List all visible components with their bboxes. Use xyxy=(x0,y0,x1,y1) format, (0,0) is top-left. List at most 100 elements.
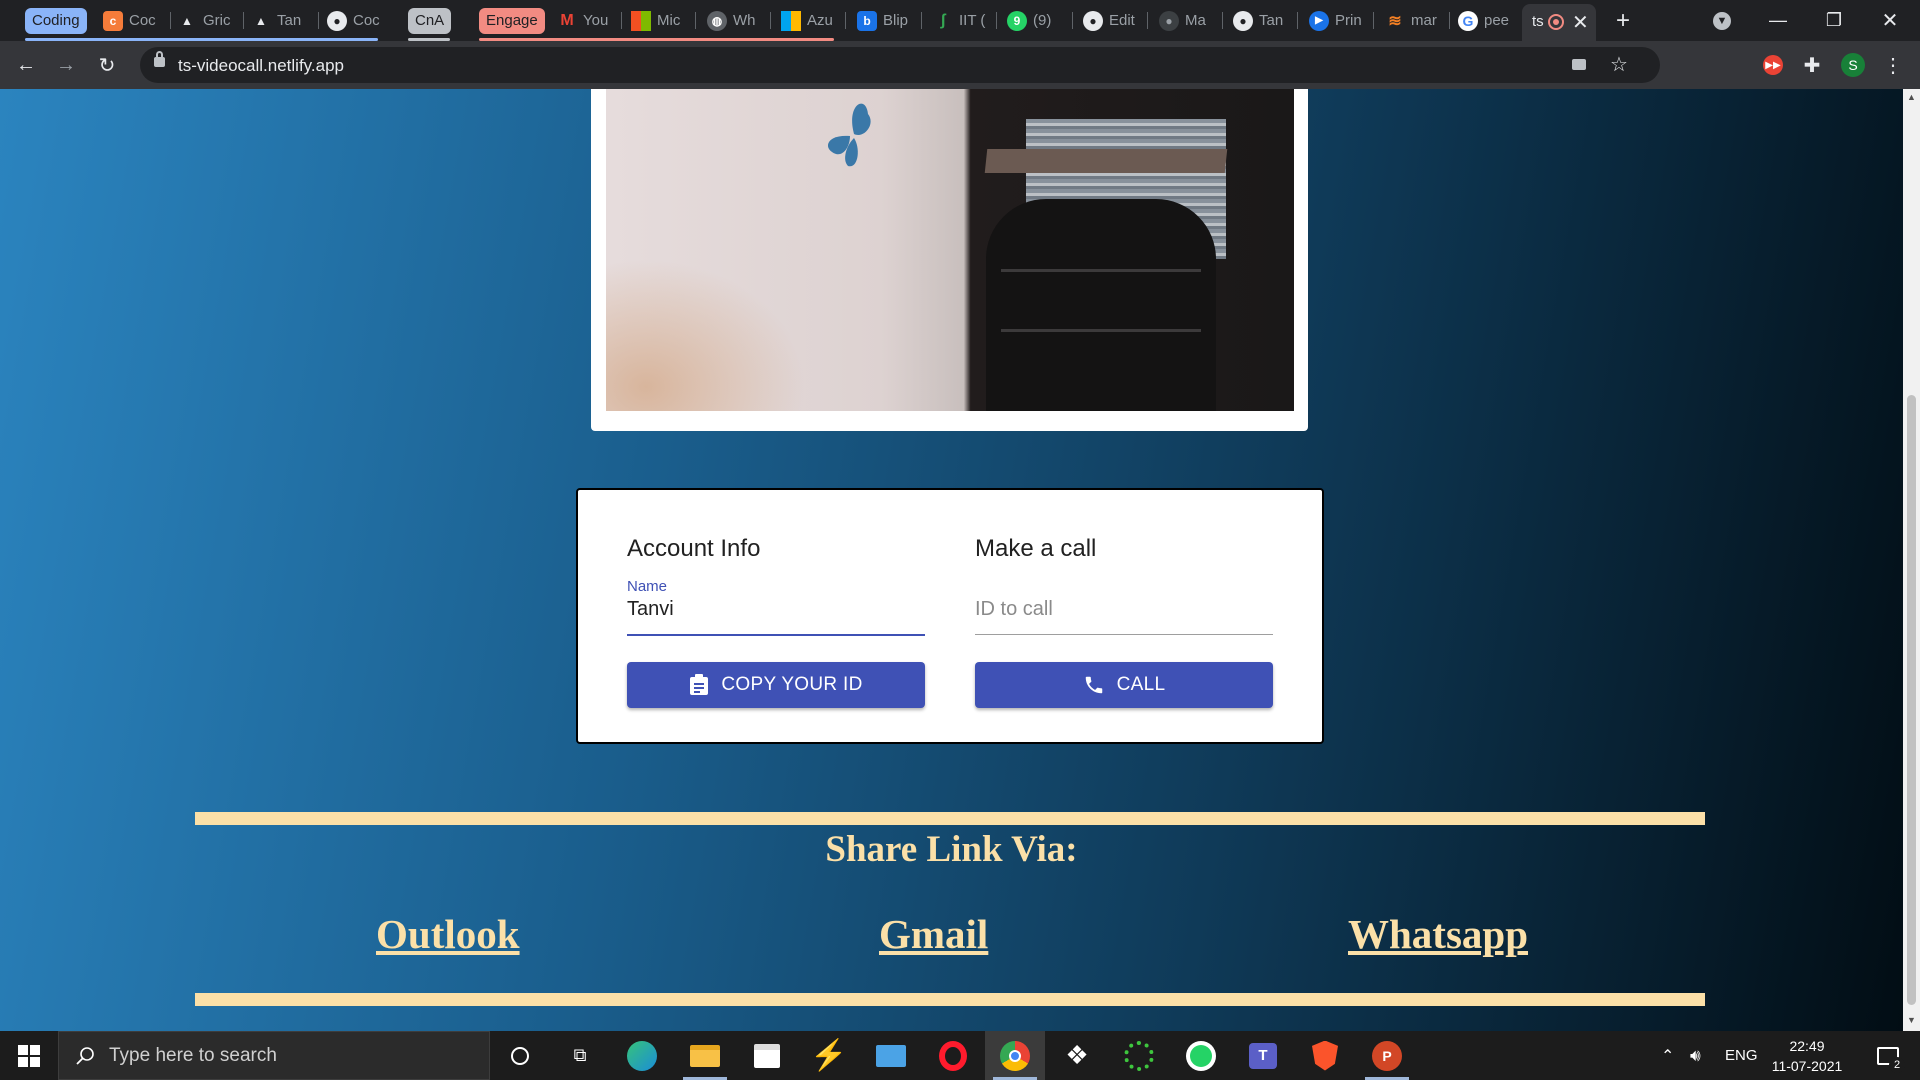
tab-gmail[interactable]: M You xyxy=(557,6,615,35)
tab-label: Edit xyxy=(1109,12,1135,29)
tab-tan-mountain[interactable]: ▲ Tan xyxy=(251,6,311,35)
menu-kebab-icon[interactable]: ⋮ xyxy=(1877,49,1909,81)
new-tab-button[interactable]: + xyxy=(1596,0,1650,41)
tray-chevron-icon[interactable]: ⌃ xyxy=(1661,1031,1674,1080)
scroll-down-arrow[interactable]: ▼ xyxy=(1906,1015,1917,1026)
tab-github-coc[interactable]: ● Coc xyxy=(327,6,387,35)
browser-toolbar: ← → ↻ ts-videocall.netlify.app ☆ ▶▶ ✚ S … xyxy=(0,41,1920,89)
tab-separator xyxy=(770,12,771,29)
tab-globe[interactable]: ◍ Wh xyxy=(707,6,764,35)
copy-id-button[interactable]: COPY YOUR ID xyxy=(627,662,925,708)
tab-label: Prin xyxy=(1335,12,1362,29)
tab-stack[interactable]: ≋ mar xyxy=(1385,6,1443,35)
tab-separator xyxy=(996,12,997,29)
tab-separator xyxy=(1449,12,1450,29)
tab-separator xyxy=(1147,12,1148,29)
vscode-icon[interactable]: ⚡ xyxy=(799,1031,859,1080)
share-divider-bottom xyxy=(195,993,1705,1006)
dropbox-icon[interactable]: ❖ xyxy=(1047,1031,1107,1080)
call-panel: Account Info Name COPY YOUR ID Make a ca… xyxy=(576,488,1324,744)
tab-group-cna[interactable]: CnA xyxy=(408,8,452,34)
extension-red-icon[interactable]: ▶▶ xyxy=(1757,49,1789,81)
profile-avatar[interactable]: S xyxy=(1837,49,1869,81)
name-field[interactable] xyxy=(627,594,925,624)
tab-github-ma[interactable]: ● Ma xyxy=(1159,6,1217,35)
tab-codechef[interactable]: c Coc xyxy=(103,6,165,35)
tab-label: Gric xyxy=(203,12,231,29)
share-outlook-link[interactable]: Outlook xyxy=(376,910,520,958)
cortana-icon[interactable] xyxy=(490,1031,550,1080)
address-bar[interactable]: ts-videocall.netlify.app ☆ xyxy=(140,47,1660,83)
tab-print[interactable]: ▶ Prin xyxy=(1309,6,1367,35)
search-placeholder: Type here to search xyxy=(109,1045,277,1066)
tab-azure[interactable]: Azu xyxy=(781,6,839,35)
share-gmail-link[interactable]: Gmail xyxy=(879,910,988,958)
tab-github-edit[interactable]: ● Edit xyxy=(1083,6,1141,35)
phone-icon xyxy=(1085,676,1102,694)
tab-gric[interactable]: ▲ Gric xyxy=(177,6,237,35)
tab-whatsapp[interactable]: 9 (9) xyxy=(1007,6,1065,35)
tab-separator xyxy=(1222,12,1223,29)
chrome-icon[interactable] xyxy=(985,1031,1045,1080)
tab-label: You xyxy=(583,12,609,29)
reload-button[interactable]: ↻ xyxy=(91,49,123,81)
teams-icon[interactable]: T xyxy=(1233,1031,1293,1080)
microsoft-icon xyxy=(781,10,801,31)
whatsapp-icon[interactable] xyxy=(1171,1031,1231,1080)
forward-button[interactable]: → xyxy=(50,49,82,81)
tab-separator xyxy=(1297,12,1298,29)
tab-blip[interactable]: b Blip xyxy=(857,6,915,35)
file-explorer-icon[interactable] xyxy=(675,1031,735,1080)
page-scrollbar[interactable]: ▲ ▼ xyxy=(1903,89,1920,1031)
language-indicator[interactable]: ENG xyxy=(1725,1031,1758,1080)
id-field-underline xyxy=(975,634,1273,635)
edge-icon[interactable] xyxy=(612,1031,672,1080)
video-chair-seam xyxy=(1001,269,1201,272)
close-window-button[interactable]: ✕ xyxy=(1862,0,1918,41)
mail-icon[interactable] xyxy=(861,1031,921,1080)
scroll-up-arrow[interactable]: ▲ xyxy=(1906,92,1917,103)
task-view-icon[interactable]: ⧉ xyxy=(550,1031,610,1080)
powerpoint-icon[interactable]: P xyxy=(1357,1031,1417,1080)
action-center-icon[interactable]: 2 xyxy=(1868,1031,1908,1080)
tab-group-coding[interactable]: Coding xyxy=(25,8,87,34)
taskbar-search[interactable]: Type here to search xyxy=(58,1031,490,1080)
bookmark-star-icon[interactable]: ☆ xyxy=(1610,52,1628,77)
search-icon xyxy=(76,1047,94,1065)
codechef-icon: c xyxy=(103,10,123,31)
call-button[interactable]: CALL xyxy=(975,662,1273,708)
opera-icon[interactable] xyxy=(923,1031,983,1080)
tab-label: Azu xyxy=(807,12,833,29)
scroll-thumb[interactable] xyxy=(1907,395,1916,1005)
restore-button[interactable]: ❐ xyxy=(1806,0,1862,41)
leaf-icon: ʃ xyxy=(940,11,946,29)
tab-iit[interactable]: ʃ IIT ( xyxy=(933,6,991,35)
tab-separator xyxy=(845,12,846,29)
tab-search-icon[interactable]: ▼ xyxy=(1694,0,1750,41)
tab-github-tan[interactable]: ● Tan xyxy=(1233,6,1291,35)
start-button[interactable] xyxy=(0,1031,58,1080)
tab-separator xyxy=(621,12,622,29)
extensions-puzzle-icon[interactable]: ✚ xyxy=(1796,49,1828,81)
store-icon[interactable] xyxy=(737,1031,797,1080)
butterfly-decal-icon xyxy=(827,103,871,167)
close-tab-icon[interactable]: ✕ xyxy=(1572,10,1589,35)
spinner-app-icon[interactable] xyxy=(1109,1031,1169,1080)
tab-separator xyxy=(695,12,696,29)
camera-icon[interactable] xyxy=(1572,59,1586,70)
tab-google[interactable]: G pee xyxy=(1458,6,1516,35)
tab-label: IIT ( xyxy=(959,12,986,29)
local-video xyxy=(606,89,1294,411)
clock[interactable]: 22:49 11-07-2021 xyxy=(1768,1031,1846,1080)
lock-icon[interactable] xyxy=(154,51,165,67)
tab-group-engage[interactable]: Engage xyxy=(479,8,545,34)
share-whatsapp-link[interactable]: Whatsapp xyxy=(1348,910,1528,958)
volume-icon[interactable]: 🔊︎ xyxy=(1690,1031,1701,1080)
clock-time: 22:49 xyxy=(1789,1037,1825,1054)
minimize-button[interactable]: — xyxy=(1750,0,1806,41)
tab-active[interactable]: ts ✕ xyxy=(1522,4,1596,41)
brave-icon[interactable] xyxy=(1295,1031,1355,1080)
back-button[interactable]: ← xyxy=(10,49,42,81)
tab-microsoft[interactable]: Mic xyxy=(631,6,689,35)
id-to-call-field[interactable] xyxy=(975,594,1273,624)
